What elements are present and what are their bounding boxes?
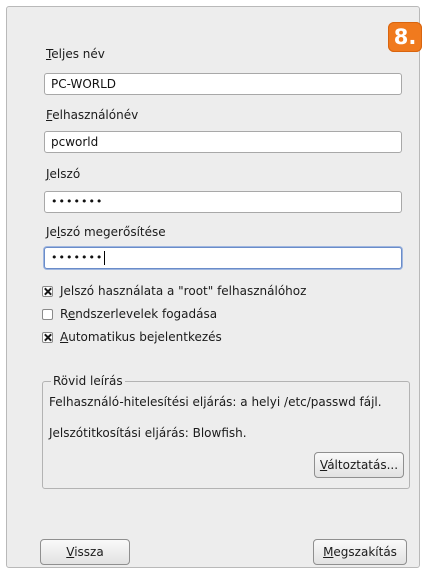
auto-login-checkbox-label: Automatikus bejelentkezés xyxy=(60,330,222,344)
password-input[interactable]: ••••••• xyxy=(44,191,402,213)
password-confirm-label-text: szó megerősítése xyxy=(60,225,166,239)
password-label: Jelszó xyxy=(46,167,80,181)
auto-login-checkbox[interactable] xyxy=(42,331,53,343)
full-name-input[interactable]: PC-WORLD xyxy=(44,73,402,95)
full-name-label: Teljes név xyxy=(46,47,105,61)
password-confirm-label: Jelszó megerősítése xyxy=(46,225,166,239)
auto-login-checkbox-row[interactable]: Automatikus bejelentkezés xyxy=(42,329,222,345)
root-password-checkbox-row[interactable]: Jelszó használata a "root" felhasználóho… xyxy=(42,283,306,299)
password-confirm-label-pre: Je xyxy=(46,225,57,239)
summary-group: Rövid leírás Felhasználó-hitelesítési el… xyxy=(42,374,410,489)
root-password-checkbox-label: Jelszó használata a "root" felhasználóho… xyxy=(60,284,307,298)
username-label: Felhasználónév xyxy=(46,108,138,122)
username-input[interactable]: pcworld xyxy=(44,131,402,153)
system-mail-checkbox-label: Rendszerlevelek fogadása xyxy=(60,307,218,321)
cancel-button[interactable]: Megszakítás xyxy=(313,539,407,565)
back-button[interactable]: Vissza xyxy=(40,539,130,565)
password-label-text: elszó xyxy=(49,167,81,181)
text-caret xyxy=(104,251,106,265)
auth-method-text: Felhasználó-hitelesítési eljárás: a hely… xyxy=(49,395,382,409)
password-confirm-input[interactable]: ••••••• xyxy=(44,247,402,269)
system-mail-checkbox-row[interactable]: Rendszerlevelek fogadása xyxy=(42,306,217,322)
summary-group-title: Rövid leírás xyxy=(51,374,125,388)
system-mail-checkbox[interactable] xyxy=(42,308,53,320)
step-number-badge: 8. xyxy=(388,22,422,52)
change-button[interactable]: Változtatás... xyxy=(314,452,404,478)
root-password-checkbox[interactable] xyxy=(42,285,53,297)
full-name-label-text: eljes név xyxy=(51,47,105,61)
password-confirm-value: ••••••• xyxy=(51,251,104,264)
encryption-method-text: Jelszótitkosítási eljárás: Blowfish. xyxy=(49,426,247,440)
username-label-text: elhasználónév xyxy=(52,108,139,122)
